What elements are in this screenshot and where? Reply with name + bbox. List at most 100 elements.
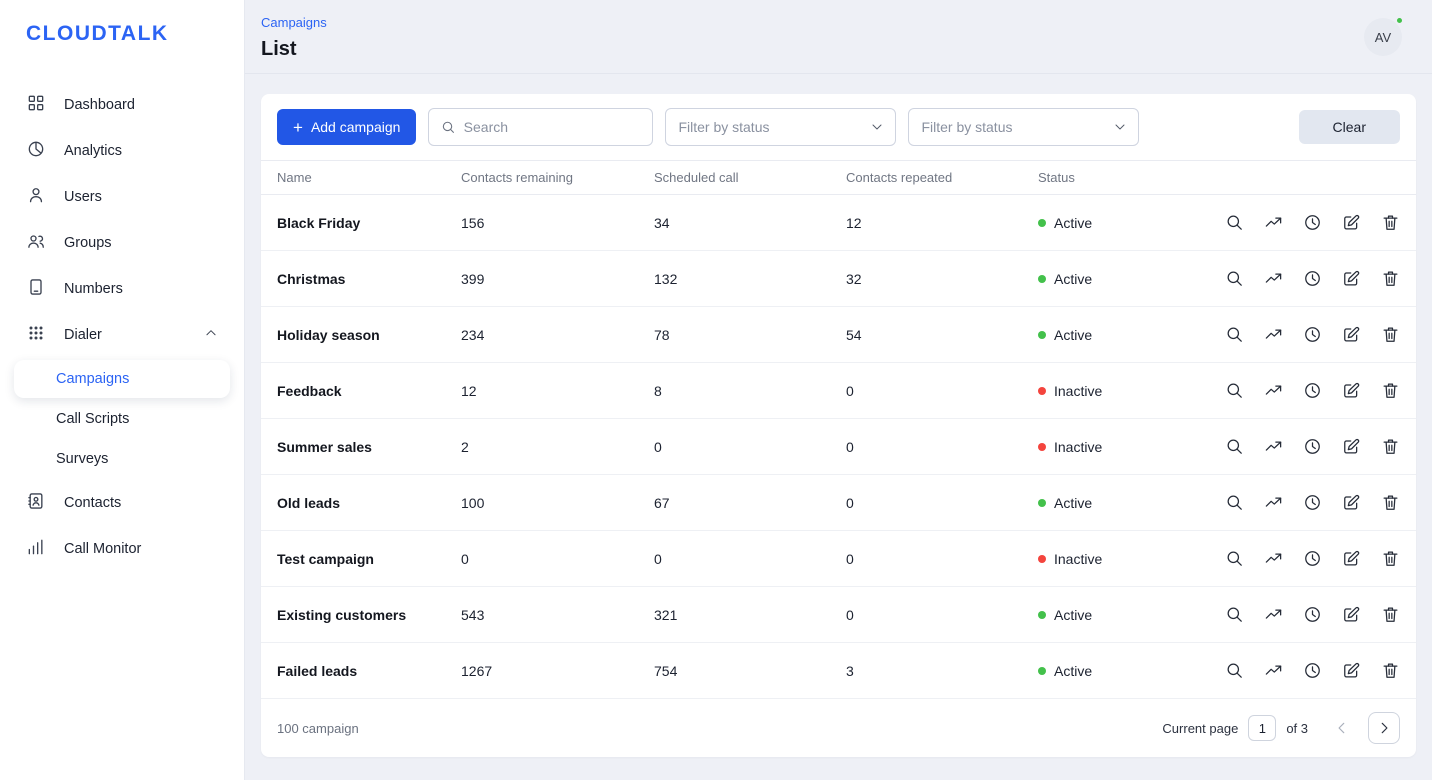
- table-header-row: Name Contacts remaining Scheduled call C…: [261, 161, 1416, 195]
- sidebar-item-dialer[interactable]: Dialer: [14, 312, 230, 358]
- campaign-name: Feedback: [261, 363, 453, 419]
- row-delete-button[interactable]: [1381, 381, 1400, 400]
- status-badge: Active: [1038, 663, 1222, 679]
- breadcrumb[interactable]: Campaigns: [261, 15, 327, 30]
- toolbar: + Add campaign Filter by status Filter b…: [261, 94, 1416, 160]
- row-history-button[interactable]: [1303, 269, 1322, 288]
- clear-button[interactable]: Clear: [1299, 110, 1400, 144]
- row-edit-button[interactable]: [1342, 213, 1361, 232]
- contacts-remaining-value: 0: [453, 531, 646, 587]
- sidebar: CLOUDTALK Dashboard Analytics Users Grou…: [0, 0, 245, 780]
- row-stats-button[interactable]: [1264, 269, 1283, 288]
- sidebar-item-users[interactable]: Users: [14, 174, 230, 220]
- column-header-status: Status: [1030, 161, 1230, 195]
- row-search-button[interactable]: [1225, 213, 1244, 232]
- row-history-button[interactable]: [1303, 325, 1322, 344]
- status-dot: [1038, 275, 1046, 283]
- sidebar-item-call-scripts[interactable]: Call Scripts: [14, 400, 230, 438]
- row-delete-button[interactable]: [1381, 493, 1400, 512]
- search-input[interactable]: [464, 119, 641, 135]
- row-search-button[interactable]: [1225, 605, 1244, 624]
- row-search-button[interactable]: [1225, 437, 1244, 456]
- column-header-contacts-repeated: Contacts repeated: [838, 161, 1030, 195]
- status-filter-2[interactable]: Filter by status: [908, 108, 1139, 146]
- next-page-button[interactable]: [1368, 712, 1400, 744]
- row-edit-button[interactable]: [1342, 269, 1361, 288]
- contacts-repeated-value: 0: [838, 363, 1030, 419]
- campaign-name: Black Friday: [261, 195, 453, 251]
- sidebar-item-surveys[interactable]: Surveys: [14, 440, 230, 478]
- clock-icon: [1303, 493, 1322, 512]
- status-label: Active: [1054, 327, 1092, 343]
- search-icon: [1225, 437, 1244, 456]
- previous-page-button[interactable]: [1326, 712, 1358, 744]
- trash-icon: [1381, 493, 1400, 512]
- top-header: Campaigns List AV: [245, 0, 1432, 74]
- row-edit-button[interactable]: [1342, 493, 1361, 512]
- edit-icon: [1342, 605, 1361, 624]
- row-edit-button[interactable]: [1342, 661, 1361, 680]
- row-delete-button[interactable]: [1381, 437, 1400, 456]
- row-edit-button[interactable]: [1342, 605, 1361, 624]
- row-history-button[interactable]: [1303, 437, 1322, 456]
- table-row: Holiday season 234 78 54 Active: [261, 307, 1416, 363]
- sidebar-item-numbers[interactable]: Numbers: [14, 266, 230, 312]
- row-stats-button[interactable]: [1264, 493, 1283, 512]
- status-badge: Active: [1038, 607, 1222, 623]
- row-history-button[interactable]: [1303, 213, 1322, 232]
- row-search-button[interactable]: [1225, 493, 1244, 512]
- row-delete-button[interactable]: [1381, 325, 1400, 344]
- row-stats-button[interactable]: [1264, 437, 1283, 456]
- row-search-button[interactable]: [1225, 381, 1244, 400]
- row-history-button[interactable]: [1303, 549, 1322, 568]
- sidebar-item-groups[interactable]: Groups: [14, 220, 230, 266]
- sidebar-item-call-monitor[interactable]: Call Monitor: [14, 526, 230, 572]
- row-history-button[interactable]: [1303, 381, 1322, 400]
- row-search-button[interactable]: [1225, 269, 1244, 288]
- row-stats-button[interactable]: [1264, 661, 1283, 680]
- chevron-up-icon: [204, 326, 218, 344]
- status-badge: Inactive: [1038, 551, 1222, 567]
- sidebar-item-contacts[interactable]: Contacts: [14, 480, 230, 526]
- column-header-contacts-remaining: Contacts remaining: [453, 161, 646, 195]
- row-history-button[interactable]: [1303, 661, 1322, 680]
- row-delete-button[interactable]: [1381, 549, 1400, 568]
- sidebar-item-analytics[interactable]: Analytics: [14, 128, 230, 174]
- row-delete-button[interactable]: [1381, 605, 1400, 624]
- scheduled-call-value: 321: [646, 587, 838, 643]
- status-badge: Active: [1038, 271, 1222, 287]
- row-delete-button[interactable]: [1381, 661, 1400, 680]
- row-history-button[interactable]: [1303, 605, 1322, 624]
- campaign-name: Failed leads: [261, 643, 453, 699]
- row-delete-button[interactable]: [1381, 213, 1400, 232]
- row-delete-button[interactable]: [1381, 269, 1400, 288]
- row-edit-button[interactable]: [1342, 381, 1361, 400]
- row-stats-button[interactable]: [1264, 325, 1283, 344]
- row-edit-button[interactable]: [1342, 437, 1361, 456]
- row-history-button[interactable]: [1303, 493, 1322, 512]
- app-root: CLOUDTALK Dashboard Analytics Users Grou…: [0, 0, 1432, 780]
- sidebar-item-dashboard[interactable]: Dashboard: [14, 82, 230, 128]
- row-edit-button[interactable]: [1342, 325, 1361, 344]
- table-body: Black Friday 156 34 12 Active: [261, 195, 1416, 699]
- row-search-button[interactable]: [1225, 661, 1244, 680]
- clock-icon: [1303, 381, 1322, 400]
- sidebar-item-label: Dashboard: [64, 97, 135, 113]
- table-row: Old leads 100 67 0 Active: [261, 475, 1416, 531]
- avatar[interactable]: AV: [1364, 18, 1402, 56]
- row-search-button[interactable]: [1225, 325, 1244, 344]
- add-campaign-button[interactable]: + Add campaign: [277, 109, 416, 145]
- row-stats-button[interactable]: [1264, 213, 1283, 232]
- row-stats-button[interactable]: [1264, 381, 1283, 400]
- contacts-repeated-value: 0: [838, 531, 1030, 587]
- status-dot: [1038, 331, 1046, 339]
- sidebar-item-campaigns[interactable]: Campaigns: [14, 360, 230, 398]
- row-edit-button[interactable]: [1342, 549, 1361, 568]
- row-stats-button[interactable]: [1264, 605, 1283, 624]
- page-number-input[interactable]: [1248, 715, 1276, 741]
- row-stats-button[interactable]: [1264, 549, 1283, 568]
- row-search-button[interactable]: [1225, 549, 1244, 568]
- status-filter-1[interactable]: Filter by status: [665, 108, 896, 146]
- edit-icon: [1342, 549, 1361, 568]
- user-icon: [26, 185, 46, 209]
